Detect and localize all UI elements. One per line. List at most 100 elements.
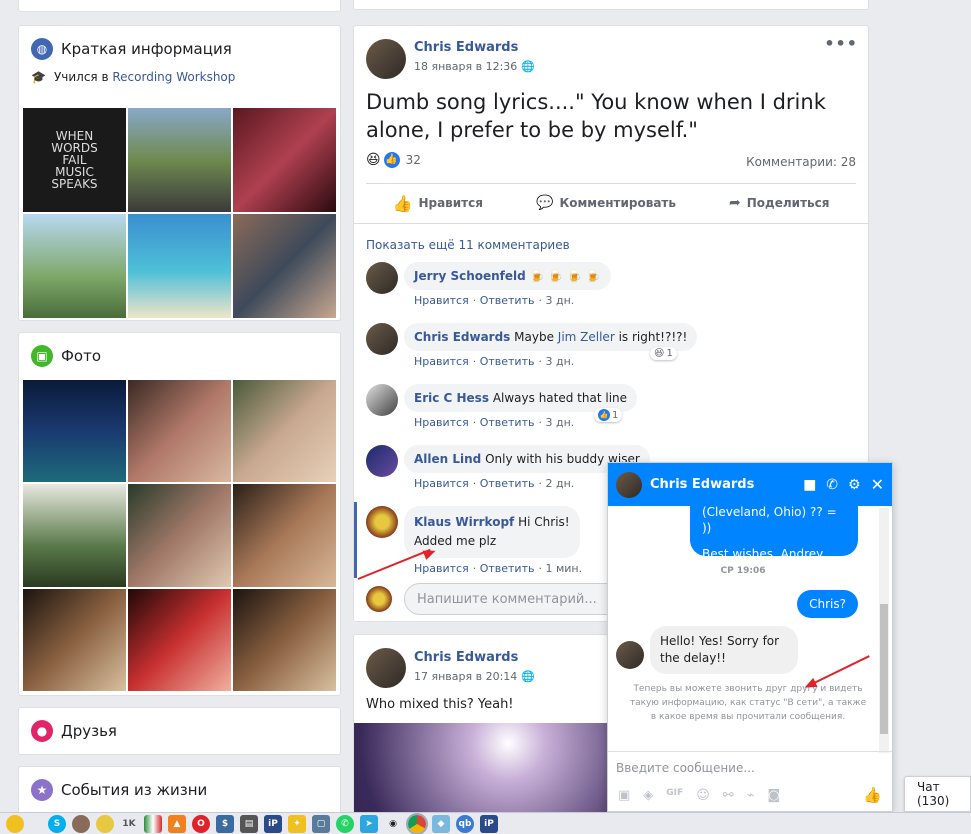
commenter-name[interactable]: Allen Lind <box>414 452 481 466</box>
intro-photo-1[interactable]: WHEN WORDS FAIL MUSIC SPEAKS <box>23 108 126 212</box>
friends-card[interactable]: ● Друзья <box>18 707 341 755</box>
box-icon[interactable]: ▢ <box>312 814 330 833</box>
close-icon[interactable]: ✕ <box>871 475 884 494</box>
photo-9[interactable] <box>233 588 336 691</box>
events-card[interactable]: ★ События из жизни <box>18 766 341 814</box>
opera-icon[interactable]: O <box>192 814 210 833</box>
send-like-icon[interactable]: 👍 <box>863 786 882 804</box>
app-icon[interactable]: ◆ <box>432 814 450 833</box>
attach-icon[interactable]: ⌁ <box>747 788 755 803</box>
skype-icon[interactable]: S <box>48 814 66 833</box>
photo-4[interactable] <box>23 484 126 587</box>
post-time[interactable]: 18 января в 12:36 <box>414 60 517 73</box>
sticker-icon[interactable]: ◈ <box>643 788 653 803</box>
1k-icon[interactable]: 1K <box>120 815 138 833</box>
puzzle-icon[interactable]: ✦ <box>288 814 306 833</box>
commenter-avatar[interactable] <box>366 445 398 477</box>
comment-reaction[interactable]: 😆 1 <box>650 347 677 360</box>
printer-icon[interactable]: ▤ <box>240 814 258 833</box>
commenter-avatar[interactable] <box>366 506 398 538</box>
post-author-avatar[interactable] <box>366 39 406 79</box>
post-author-name[interactable]: Chris Edwards <box>414 650 518 665</box>
mention-link[interactable]: Jim Zeller <box>558 330 615 344</box>
comment-like[interactable]: Нравится <box>414 477 469 490</box>
intro-photo-3[interactable] <box>233 108 336 212</box>
comment-time[interactable]: 1 мин. <box>545 562 582 575</box>
photo-1[interactable] <box>23 380 126 483</box>
flag-icon[interactable] <box>144 814 162 833</box>
comment-reply[interactable]: Ответить <box>480 294 535 307</box>
ip-icon[interactable]: iP <box>264 814 282 833</box>
eye-icon[interactable]: ◉ <box>384 815 402 833</box>
video-call-icon[interactable]: ■ <box>803 477 816 493</box>
commenter-avatar[interactable] <box>366 323 398 355</box>
my-avatar[interactable] <box>366 586 392 612</box>
chat-name[interactable]: Chris Edwards <box>650 477 793 492</box>
comment-reaction[interactable]: 👍 1 <box>594 408 623 422</box>
share-button[interactable]: ➦ Поделиться <box>729 195 829 211</box>
comment-reply[interactable]: Ответить <box>480 416 535 429</box>
commenter-name[interactable]: Eric C Hess <box>414 391 489 405</box>
reactions-summary[interactable]: 😆 👍 32 <box>366 152 421 168</box>
comment-reply[interactable]: Ответить <box>480 562 535 575</box>
commenter-name[interactable]: Klaus Wirrkopf <box>414 515 514 529</box>
vlc-icon[interactable]: ▲ <box>168 814 186 833</box>
like-button[interactable]: 👍 Нравится <box>393 194 483 213</box>
comment-reply[interactable]: Ответить <box>480 477 535 490</box>
chat-tab[interactable]: Чат (130) <box>904 776 971 812</box>
comment-button[interactable]: 💬 Комментировать <box>536 195 676 211</box>
camera-icon[interactable]: ◙ <box>767 788 780 803</box>
more-options-icon[interactable]: ••• <box>824 34 858 53</box>
comments-count[interactable]: Комментарии: 28 <box>746 155 856 169</box>
comment-time[interactable]: 3 дн. <box>545 416 574 429</box>
comment-time[interactable]: 3 дн. <box>545 355 574 368</box>
friends-header: ● Друзья <box>19 708 340 754</box>
emoji-icon[interactable]: ☺ <box>696 788 710 803</box>
comment-time[interactable]: 3 дн. <box>545 294 574 307</box>
comment-like[interactable]: Нравится <box>414 294 469 307</box>
chat-input[interactable]: Введите сообщение... <box>616 761 755 775</box>
gear-icon[interactable]: ⚙ <box>848 477 861 493</box>
link-icon[interactable]: ⚯ <box>723 788 734 803</box>
photo-5[interactable] <box>128 484 231 587</box>
photo-6[interactable] <box>233 484 336 587</box>
comment-reply[interactable]: Ответить <box>480 355 535 368</box>
gif-icon[interactable]: GIF <box>666 788 683 803</box>
intro-photo-6[interactable] <box>233 214 336 318</box>
commenter-avatar[interactable] <box>366 384 398 416</box>
comment-time[interactable]: 2 дн. <box>545 477 574 490</box>
comment-like[interactable]: Нравится <box>414 562 469 575</box>
telegram-icon[interactable]: ➤ <box>360 814 378 833</box>
commenter-name[interactable]: Jerry Schoenfeld <box>414 269 526 283</box>
post-time[interactable]: 17 января в 20:14 <box>414 670 517 683</box>
image-icon[interactable]: ▣ <box>618 788 630 803</box>
intro-photo-4[interactable] <box>23 214 126 318</box>
chick-icon[interactable] <box>96 814 114 833</box>
photo-2[interactable] <box>128 380 231 483</box>
comment-like[interactable]: Нравится <box>414 416 469 429</box>
commenter-avatar[interactable] <box>366 262 398 294</box>
photo-7[interactable] <box>23 588 126 691</box>
avast-icon[interactable] <box>6 814 24 833</box>
ip2-icon[interactable]: iP <box>480 814 498 833</box>
show-more-comments[interactable]: Показать ещё 11 комментариев <box>366 238 570 252</box>
chat-scrollbar[interactable] <box>879 508 889 753</box>
friends-title: Друзья <box>61 722 117 740</box>
commenter-name[interactable]: Chris Edwards <box>414 330 510 344</box>
photo-3[interactable] <box>233 380 336 483</box>
comment-like[interactable]: Нравится <box>414 355 469 368</box>
chat-scrollbar-thumb[interactable] <box>880 604 888 734</box>
photo-8[interactable] <box>128 588 231 691</box>
phone-icon[interactable]: ✆ <box>826 477 838 493</box>
dollar-icon[interactable]: $ <box>216 814 234 833</box>
post-author-avatar[interactable] <box>366 648 406 688</box>
intro-photo-5[interactable] <box>128 214 231 318</box>
chrome-icon[interactable] <box>406 812 428 834</box>
whatsapp-icon[interactable]: ✆ <box>336 814 354 833</box>
chat-header[interactable]: Chris Edwards ■ ✆ ⚙ ✕ <box>608 463 892 506</box>
school-link[interactable]: Recording Workshop <box>112 70 235 84</box>
intro-photo-2[interactable] <box>128 108 231 212</box>
qb-icon[interactable]: qb <box>456 814 474 833</box>
post-author-name[interactable]: Chris Edwards <box>414 40 518 55</box>
face-icon[interactable] <box>72 814 90 833</box>
